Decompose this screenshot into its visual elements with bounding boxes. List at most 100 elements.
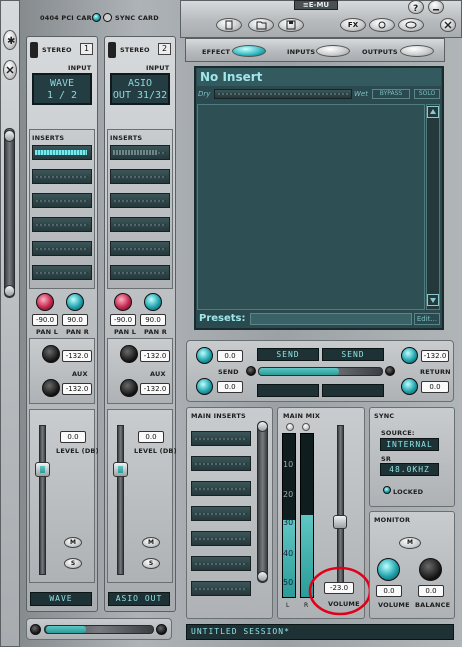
return-knob-1[interactable] (401, 347, 418, 364)
settings-button[interactable] (369, 18, 395, 32)
horizontal-scroll-thumb[interactable] (46, 626, 86, 633)
tab-inputs[interactable]: INPUTS (287, 48, 315, 56)
pan-left-knob[interactable] (36, 293, 54, 311)
insert-slot[interactable] (32, 265, 92, 280)
send-lcd-2[interactable]: SEND (322, 348, 384, 361)
close-button[interactable] (440, 18, 456, 32)
return-knob-2[interactable] (401, 378, 418, 395)
monitor-volume-knob[interactable] (377, 558, 400, 581)
effect-scroll-down[interactable] (427, 294, 439, 306)
tab-outputs[interactable]: OUTPUTS (362, 48, 398, 56)
send-lcd-3[interactable] (257, 384, 319, 397)
aux-1-knob[interactable] (120, 345, 138, 363)
main-volume-fader-track[interactable] (337, 425, 344, 585)
minimize-button[interactable] (428, 0, 444, 14)
pan-right-knob[interactable] (144, 293, 162, 311)
insert-meter (35, 150, 87, 155)
level-label: LEVEL (DB) (56, 447, 99, 455)
collapse-button[interactable]: ✱ (3, 30, 17, 50)
strip-input-label: INPUT (146, 64, 170, 72)
effect-scrollbar[interactable] (426, 104, 440, 310)
edit-button[interactable]: Edit... (414, 313, 440, 325)
dry-wet-slider[interactable] (214, 89, 352, 99)
insert-slot[interactable] (110, 241, 170, 256)
monitor-mute-button[interactable]: M (399, 537, 421, 549)
effect-scroll-up[interactable] (427, 106, 439, 118)
aux-2-knob[interactable] (42, 379, 60, 397)
aux-2-knob[interactable] (120, 379, 138, 397)
main-insert-slot[interactable] (191, 456, 251, 471)
strip-name[interactable]: WAVE (30, 592, 92, 606)
card1-indicator[interactable] (92, 13, 101, 22)
strip-scrollbar[interactable] (4, 128, 15, 298)
send-lcd-4[interactable] (322, 384, 384, 397)
open-session-button[interactable] (248, 18, 274, 32)
scroll-right-button[interactable] (156, 624, 167, 635)
solo-button[interactable]: SOLO (414, 89, 440, 99)
sync-card-indicator[interactable] (103, 13, 112, 22)
mute-button[interactable]: M (64, 537, 82, 548)
level-fader-track[interactable] (39, 425, 46, 575)
presets-dropdown[interactable] (250, 313, 412, 325)
meter-scale-30: 30 (283, 518, 294, 527)
insert-slot[interactable] (32, 241, 92, 256)
mute-button[interactable]: M (142, 537, 160, 548)
options-button[interactable] (398, 18, 424, 32)
locked-led (383, 486, 391, 494)
main-inserts-scroll-down[interactable] (257, 571, 268, 582)
main-insert-slot[interactable] (191, 531, 251, 546)
new-document-icon (225, 20, 233, 30)
insert-slot[interactable] (32, 193, 92, 208)
main-insert-slot[interactable] (191, 506, 251, 521)
insert-slot[interactable] (110, 217, 170, 232)
close-strip-button[interactable] (3, 60, 17, 80)
insert-slot[interactable] (32, 217, 92, 232)
ellipse-icon (405, 21, 417, 29)
new-session-button[interactable] (216, 18, 242, 32)
solo-button[interactable]: S (142, 558, 160, 569)
monitor-balance-knob[interactable] (419, 558, 442, 581)
insert-slot[interactable] (110, 193, 170, 208)
fx-button[interactable]: FX (340, 18, 366, 32)
level-fader-track[interactable] (117, 425, 124, 575)
effect-tab-toggle[interactable] (232, 45, 266, 57)
send-knob-2[interactable] (196, 378, 213, 395)
circle-icon (378, 21, 386, 29)
aux-1-knob[interactable] (42, 345, 60, 363)
monitor-volume-value: 0.0 (376, 585, 402, 597)
send-lcd-1[interactable]: SEND (257, 348, 319, 361)
scroll-down-button[interactable] (4, 285, 15, 297)
save-session-button[interactable] (278, 18, 304, 32)
main-insert-slot[interactable] (191, 581, 251, 596)
aux-2-value: -132.0 (140, 383, 170, 395)
help-button[interactable]: ? (408, 0, 424, 14)
main-insert-slot[interactable] (191, 481, 251, 496)
solo-button[interactable]: S (64, 558, 82, 569)
tab-effect[interactable]: EFFECT (202, 48, 230, 56)
insert-slot[interactable] (32, 169, 92, 184)
send-knob-1[interactable] (196, 347, 213, 364)
inputs-tab-toggle[interactable] (316, 45, 350, 57)
pan-right-label: PAN R (66, 328, 89, 336)
sync-sr-value[interactable]: 48.0KHZ (380, 463, 439, 476)
outputs-tab-toggle[interactable] (400, 45, 434, 57)
strip-name[interactable]: ASIO OUT (108, 592, 170, 606)
bypass-button[interactable]: BYPASS (372, 89, 410, 99)
sync-source-value[interactable]: INTERNAL (380, 438, 439, 451)
session-name[interactable]: UNTITLED SESSION* (186, 624, 454, 640)
insert-slot[interactable] (110, 265, 170, 280)
insert-slot[interactable] (110, 169, 170, 184)
pan-right-knob[interactable] (66, 293, 84, 311)
main-insert-slot[interactable] (191, 556, 251, 571)
pan-left-knob[interactable] (114, 293, 132, 311)
scroll-left-button[interactable] (30, 624, 41, 635)
main-inserts-scrollbar[interactable] (257, 421, 268, 583)
main-inserts-scroll-up[interactable] (257, 421, 268, 432)
main-insert-slot[interactable] (191, 431, 251, 446)
strip-input-name: WAVE (49, 78, 75, 89)
main-volume-fader-thumb[interactable] (333, 515, 347, 529)
send-right-arrow[interactable] (385, 366, 395, 376)
aux-1-value: -132.0 (62, 350, 92, 362)
send-left-arrow[interactable] (246, 366, 256, 376)
scroll-up-button[interactable] (4, 130, 15, 142)
